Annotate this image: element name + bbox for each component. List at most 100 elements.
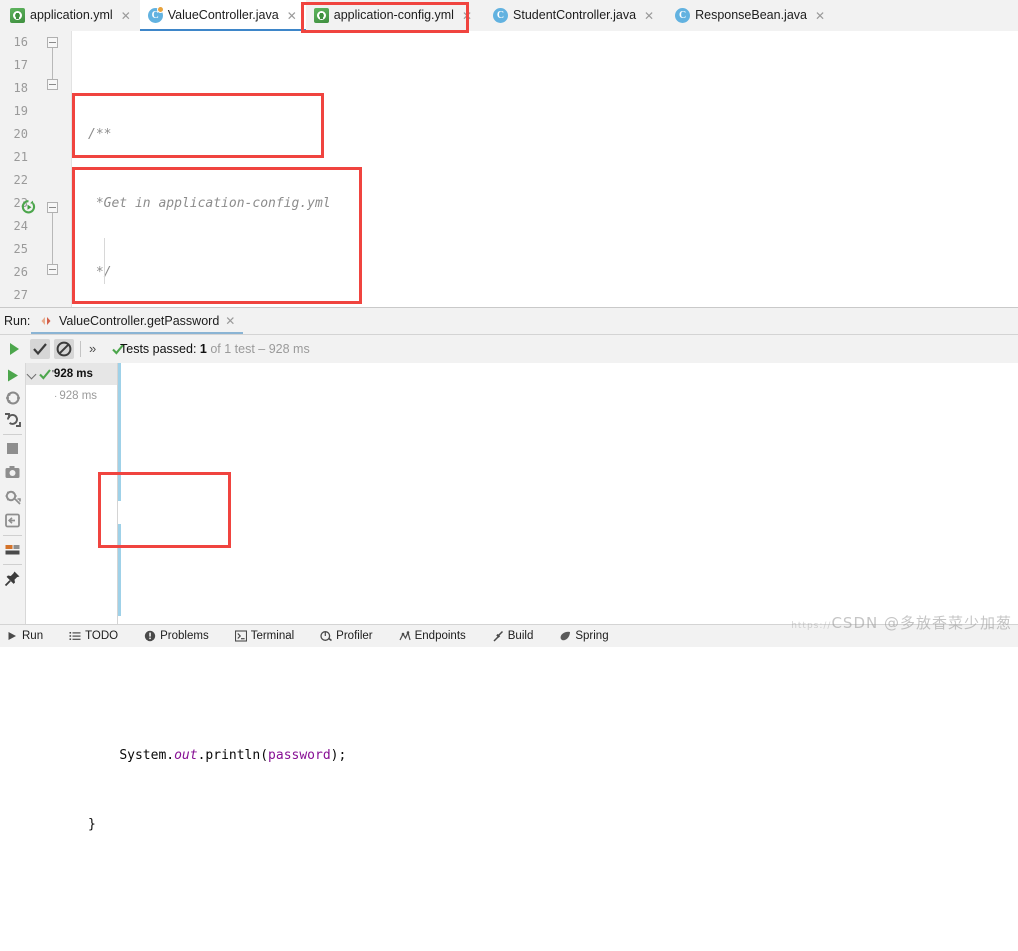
brace-close: }	[88, 817, 96, 832]
tab-close-icon[interactable]: ✕	[287, 10, 297, 22]
test-duration: 928 ms	[53, 368, 93, 380]
line-number: 27	[13, 288, 28, 302]
status-item-label: Build	[507, 630, 534, 642]
tab-responsebean-java[interactable]: C ResponseBean.java ✕	[663, 0, 835, 31]
tab-close-icon[interactable]: ✕	[121, 10, 131, 22]
status-item-endpoints[interactable]: Endpoints	[390, 625, 475, 647]
editor-gutter[interactable]: 16 17 18 19 20 21 22 23 24 25 26 27	[0, 31, 72, 307]
console-output[interactable]: 2021-05-16 23:19:41.005 [main] INFO {spr…	[118, 363, 1018, 625]
test-tree-row[interactable]: · 928 ms	[26, 385, 117, 407]
console-line-marker	[118, 593, 121, 616]
indent-guide	[104, 238, 105, 284]
build-hammer-icon	[492, 630, 504, 642]
line-number: 25	[13, 242, 28, 256]
yml-file-icon	[313, 8, 329, 23]
tab-application-yml[interactable]: application.yml ✕	[0, 0, 140, 31]
line-number: 20	[13, 127, 28, 141]
println-call: .println(	[197, 748, 269, 763]
expand-toolbar-icon[interactable]: »	[89, 335, 96, 363]
spring-leaf-icon	[559, 630, 571, 642]
run-label: Run:	[4, 314, 31, 328]
tab-valuecontroller-java[interactable]: C ValueController.java ✕	[139, 0, 306, 31]
stop-icon[interactable]	[3, 439, 22, 458]
console-line-marker	[118, 547, 121, 570]
status-item-label: Terminal	[250, 630, 295, 642]
test-tree-row[interactable]: ' 928 ms	[26, 363, 117, 385]
watermark-url: https://	[791, 621, 832, 631]
chevron-down-icon[interactable]	[26, 363, 38, 385]
tab-label: StudentController.java	[513, 8, 637, 22]
status-item-label: Endpoints	[414, 630, 466, 642]
yml-file-icon	[10, 8, 25, 23]
console-line-marker	[118, 432, 121, 455]
fold-collapse-icon[interactable]	[47, 79, 58, 90]
debug-icon[interactable]	[3, 388, 22, 407]
code-line-26: }	[72, 813, 1018, 836]
pin-icon[interactable]	[3, 569, 22, 588]
tab-close-icon[interactable]: ✕	[644, 10, 654, 22]
line-number: 26	[13, 265, 28, 279]
code-editor[interactable]: 16 17 18 19 20 21 22 23 24 25 26 27 /** …	[0, 31, 1018, 832]
console-line-marker	[118, 409, 121, 432]
editor-tab-bar: application.yml ✕ C ValueController.java…	[0, 0, 1018, 32]
profiler-icon	[320, 630, 333, 642]
show-passed-toggle[interactable]	[30, 339, 50, 359]
tab-label: ValueController.java	[167, 8, 279, 22]
status-item-profiler[interactable]: Profiler	[311, 625, 381, 647]
run-config-tab[interactable]: ValueController.getPassword ✕	[31, 308, 244, 334]
status-item-todo[interactable]: TODO	[60, 625, 127, 647]
fold-collapse-icon[interactable]	[47, 202, 58, 213]
hide-ignored-toggle[interactable]	[54, 339, 74, 359]
java-test-file-icon: C	[147, 6, 164, 23]
tab-application-config-yml[interactable]: application-config.yml ✕	[305, 0, 482, 31]
rerun-button[interactable]	[4, 339, 24, 359]
code-line-16: /**	[72, 123, 1018, 146]
comment-open: /**	[88, 127, 112, 142]
run-tab-close-icon[interactable]: ✕	[225, 314, 235, 328]
line-number: 17	[13, 58, 28, 72]
code-content[interactable]: /** *Get in application-config.yml */ @V…	[72, 31, 1018, 832]
status-item-problems[interactable]: Problems	[135, 625, 218, 647]
watermark-text: CSDN @多放香菜少加葱	[831, 614, 1012, 632]
screenshot-icon[interactable]	[3, 463, 22, 482]
fold-collapse-icon[interactable]	[47, 37, 58, 48]
fold-region-line	[52, 207, 53, 269]
console-line-marker	[118, 524, 121, 547]
run-test-gutter-icon[interactable]	[20, 199, 36, 215]
tab-close-icon[interactable]: ✕	[462, 10, 472, 22]
dump-threads-icon[interactable]	[3, 487, 22, 506]
status-item-build[interactable]: Build	[483, 625, 543, 647]
todo-list-icon	[69, 630, 81, 642]
line-number: 18	[13, 81, 28, 95]
code-line-17: *Get in application-config.yml	[72, 192, 1018, 215]
tests-passed-prefix: Tests passed:	[120, 342, 200, 356]
status-item-spring[interactable]: Spring	[550, 625, 617, 647]
watermark: https://CSDN @多放香菜少加葱	[791, 612, 1012, 633]
call-close: );	[330, 748, 347, 763]
system-ref: System.	[119, 748, 175, 763]
status-item-run[interactable]: Run	[0, 625, 52, 647]
tab-close-icon[interactable]: ✕	[815, 10, 825, 22]
test-status-text: Tests passed: 1 of 1 test – 928 ms	[120, 335, 310, 363]
status-item-label: Run	[22, 630, 44, 642]
rerun-failed-tests-icon[interactable]	[3, 410, 22, 429]
line-number: 22	[13, 173, 28, 187]
console-line-marker	[118, 386, 121, 409]
run-window-header: Run: ValueController.getPassword ✕	[0, 308, 1018, 335]
layout-icon[interactable]	[3, 540, 22, 559]
fold-collapse-icon[interactable]	[47, 264, 58, 275]
comment-body: *Get in application-config.yml	[95, 196, 331, 211]
tab-label: ResponseBean.java	[695, 8, 807, 22]
run-window-side-toolbar	[0, 363, 26, 625]
run-config-name: ValueController.getPassword	[59, 314, 220, 328]
export-icon[interactable]	[3, 511, 22, 530]
code-line-25: System.out.println(password);	[72, 744, 1018, 767]
argument-password: password	[268, 748, 331, 763]
status-item-terminal[interactable]: Terminal	[226, 625, 303, 647]
run-toolbar: » Tests passed: 1 of 1 test – 928 ms	[0, 335, 1018, 364]
tab-studentcontroller-java[interactable]: C StudentController.java ✕	[481, 0, 664, 31]
line-number: 16	[13, 35, 28, 49]
run-icon[interactable]	[3, 366, 22, 385]
test-results-tree[interactable]: ' 928 ms · 928 ms	[26, 363, 118, 625]
console-line-marker	[118, 455, 121, 478]
